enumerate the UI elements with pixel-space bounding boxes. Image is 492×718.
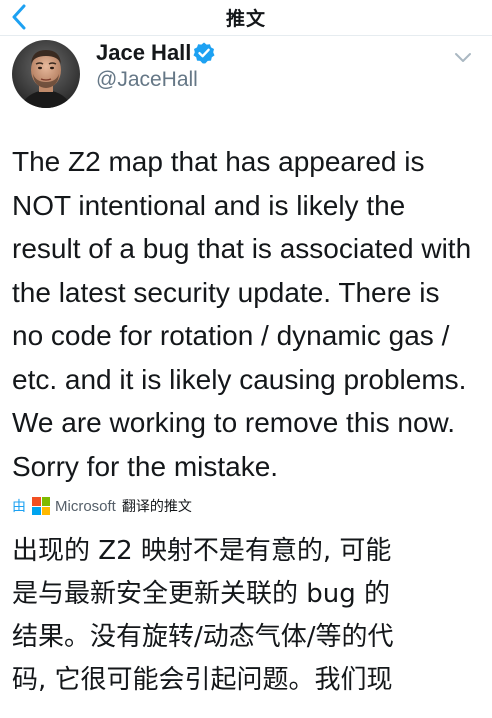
chevron-down-icon: [455, 53, 471, 62]
author-handle[interactable]: @JaceHall: [96, 68, 198, 92]
tweet-line: Sorry for the mistake.: [12, 450, 279, 482]
microsoft-logo-icon: [32, 497, 50, 515]
translated-line: 出现的 Z2 映射不是有意的, 可能: [12, 536, 392, 566]
translation-attribution[interactable]: 由 Microsoft 翻译的推文: [12, 494, 192, 518]
verified-badge-icon: [192, 41, 216, 65]
tweet-line: The Z2 map that has appeared is: [12, 146, 425, 177]
tweet-line: etc. and it is likely causing problems.: [12, 363, 467, 395]
translated-line: 是与最新安全更新关联的 bug 的: [12, 579, 391, 609]
avatar[interactable]: [12, 40, 80, 108]
tweet-menu-button[interactable]: [452, 48, 474, 66]
translation-provider: Microsoft: [55, 497, 116, 515]
translated-text: 出现的 Z2 映射不是有意的, 可能 是与最新安全更新关联的 bug 的 结果。…: [12, 530, 484, 702]
translated-line: 码, 它很可能会引起问题。我们现: [12, 665, 393, 695]
tweet-text: The Z2 map that has appeared is NOT inte…: [12, 140, 484, 488]
by-label: 由: [12, 499, 26, 515]
tweet-line: result of a bug that is associated with: [12, 233, 472, 264]
translated-line: 结果。没有旋转/动态气体/等的代: [12, 622, 394, 652]
page-title: 推文: [225, 8, 266, 30]
tweet-line: the latest security update. There is: [12, 276, 440, 308]
author-name[interactable]: Jace Hall: [96, 40, 191, 66]
avatar-image: [12, 40, 80, 108]
translated-tweet-label: 翻译的推文: [121, 499, 192, 515]
tweet-line: no code for rotation / dynamic gas /: [12, 320, 450, 351]
tweet-line: NOT intentional and is likely the: [12, 189, 406, 221]
tweet-line: We are working to remove this now.: [12, 407, 456, 438]
header-bar: 推文: [0, 0, 492, 36]
